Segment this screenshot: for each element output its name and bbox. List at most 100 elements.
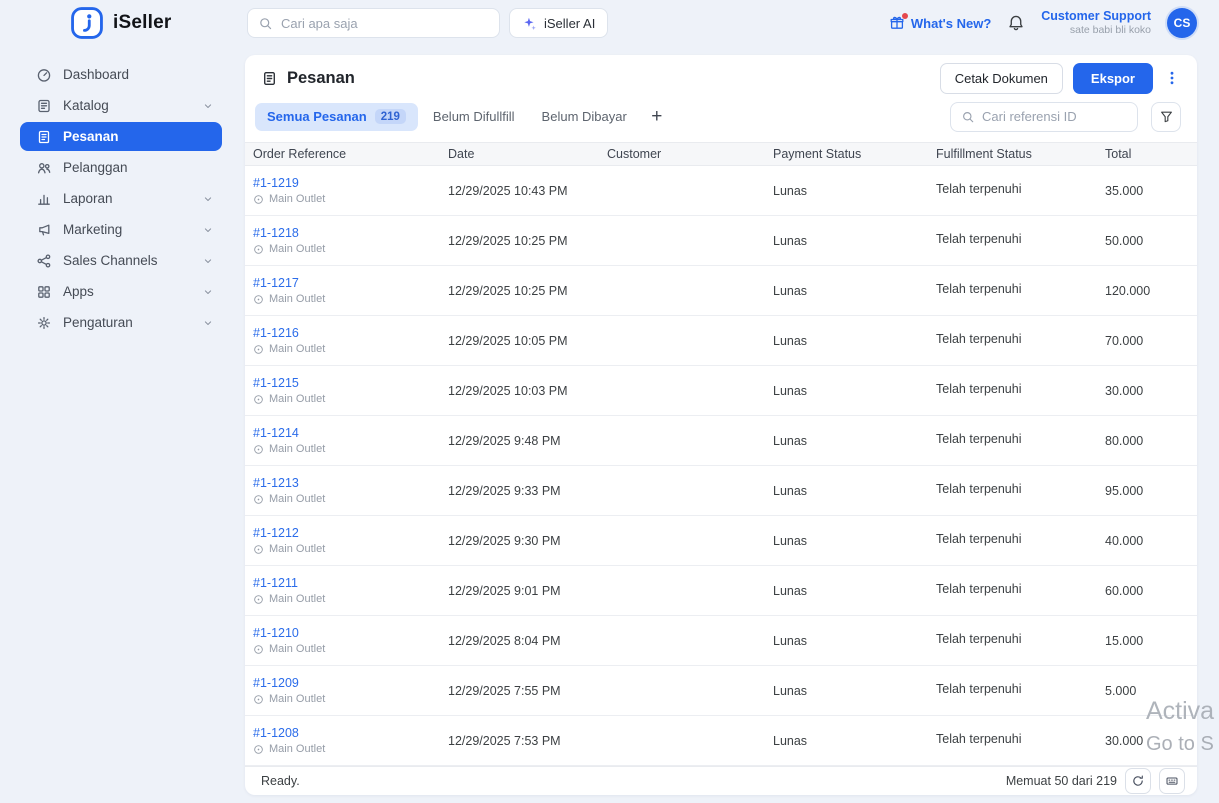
date-cell: 12/29/2025 10:03 PM	[448, 383, 568, 398]
tab-belum-difullfill[interactable]: Belum Difullfill	[421, 103, 527, 131]
date-cell: 12/29/2025 9:33 PM	[448, 483, 561, 498]
tab-badge: 219	[374, 109, 406, 124]
global-search[interactable]	[247, 8, 500, 38]
global-search-input[interactable]	[281, 15, 489, 31]
order-reference-link[interactable]: #1-1214	[253, 426, 440, 440]
column-header-customer[interactable]: Customer	[599, 147, 765, 161]
page-header: Pesanan Cetak Dokumen Ekspor	[245, 55, 1197, 95]
order-reference-link[interactable]: #1-1208	[253, 726, 440, 740]
sidebar-item-dashboard[interactable]: Dashboard	[20, 60, 222, 89]
outlet-icon	[253, 544, 264, 555]
total-cell: 35.000	[1105, 183, 1144, 198]
order-reference-link[interactable]: #1-1215	[253, 376, 440, 390]
sidebar-item-pesanan[interactable]: Pesanan	[20, 122, 222, 151]
table-row[interactable]: #1-1216 Main Outlet 12/29/2025 10:05 PM Lun…	[245, 316, 1197, 366]
order-reference-link[interactable]: #1-1212	[253, 526, 440, 540]
order-reference-link[interactable]: #1-1211	[253, 576, 440, 590]
add-view-button[interactable]: +	[642, 103, 672, 131]
payment-status-cell: Lunas	[773, 183, 808, 198]
sidebar-item-sales-channels[interactable]: Sales Channels	[20, 246, 222, 275]
customer-support-link[interactable]: Customer Support sate babi bli koko	[1041, 9, 1151, 38]
page-title: Pesanan	[287, 68, 355, 87]
date-cell: 12/29/2025 9:30 PM	[448, 533, 561, 548]
sidebar-item-laporan[interactable]: Laporan	[20, 184, 222, 213]
print-documents-button[interactable]: Cetak Dokumen	[939, 62, 1063, 94]
column-header-order-reference[interactable]: Order Reference	[245, 147, 440, 161]
sidebar-item-marketing[interactable]: Marketing	[20, 215, 222, 244]
order-cell: #1-1214 Main Outlet	[245, 426, 440, 455]
tab-belum-dibayar[interactable]: Belum Dibayar	[530, 103, 639, 131]
order-reference-link[interactable]: #1-1210	[253, 626, 440, 640]
outlet-label: Main Outlet	[269, 293, 326, 305]
more-options-icon[interactable]	[1163, 70, 1181, 86]
iseller-ai-button[interactable]: iSeller AI	[509, 8, 609, 38]
whats-new-link[interactable]: What's New?	[889, 13, 991, 31]
order-reference-link[interactable]: #1-1217	[253, 276, 440, 290]
table-row[interactable]: #1-1210 Main Outlet 12/29/2025 8:04 PM Luna…	[245, 616, 1197, 666]
column-header-payment-status[interactable]: Payment Status	[765, 147, 928, 161]
total-cell: 30.000	[1105, 383, 1144, 398]
total-cell: 40.000	[1105, 533, 1144, 548]
keyboard-button[interactable]	[1159, 768, 1185, 794]
outlet: Main Outlet	[253, 493, 440, 505]
status-text: Ready.	[261, 774, 300, 788]
date-cell: 12/29/2025 10:43 PM	[448, 183, 568, 198]
notification-bell-icon[interactable]	[1007, 14, 1025, 32]
brand[interactable]: iSeller	[70, 6, 247, 40]
table-row[interactable]: #1-1209 Main Outlet 12/29/2025 7:55 PM Luna…	[245, 666, 1197, 716]
iseller-ai-label: iSeller AI	[544, 15, 596, 31]
column-header-date[interactable]: Date	[440, 147, 599, 161]
table-row[interactable]: #1-1214 Main Outlet 12/29/2025 9:48 PM Luna…	[245, 416, 1197, 466]
chevron-down-icon	[202, 193, 214, 205]
column-header-total[interactable]: Total	[1097, 147, 1197, 161]
payment-status-cell: Lunas	[773, 533, 808, 548]
table-row[interactable]: #1-1218 Main Outlet 12/29/2025 10:25 PM Lun…	[245, 216, 1197, 266]
orders-toolbar: Semua Pesanan 219 Belum Difullfill Belum Di…	[245, 95, 1197, 142]
tab-semua-pesanan[interactable]: Semua Pesanan 219	[255, 102, 418, 131]
table-row[interactable]: #1-1213 Main Outlet 12/29/2025 9:33 PM Luna…	[245, 466, 1197, 516]
settings-icon	[36, 315, 52, 331]
table-row[interactable]: #1-1212 Main Outlet 12/29/2025 9:30 PM Luna…	[245, 516, 1197, 566]
order-reference-link[interactable]: #1-1219	[253, 176, 440, 190]
outlet-label: Main Outlet	[269, 443, 326, 455]
status-bar: Ready. Memuat 50 dari 219	[245, 766, 1197, 795]
fulfillment-status-cell: Telah terpenuhi	[936, 481, 1022, 496]
order-reference-link[interactable]: #1-1209	[253, 676, 440, 690]
reference-search[interactable]	[950, 101, 1138, 132]
table-row[interactable]: #1-1211 Main Outlet 12/29/2025 9:01 PM Luna…	[245, 566, 1197, 616]
sidebar-item-label: Pengaturan	[63, 315, 133, 330]
table-row[interactable]: #1-1208 Main Outlet 12/29/2025 7:53 PM Luna…	[245, 716, 1197, 766]
date-cell: 12/29/2025 10:25 PM	[448, 283, 568, 298]
outlet: Main Outlet	[253, 343, 440, 355]
order-cell: #1-1212 Main Outlet	[245, 526, 440, 555]
outlet: Main Outlet	[253, 543, 440, 555]
sidebar-item-pelanggan[interactable]: Pelanggan	[20, 153, 222, 182]
sidebar-item-apps[interactable]: Apps	[20, 277, 222, 306]
fulfillment-status-cell: Telah terpenuhi	[936, 231, 1022, 246]
total-cell: 80.000	[1105, 433, 1144, 448]
filter-button[interactable]	[1151, 101, 1181, 132]
column-header-fulfillment-status[interactable]: Fulfillment Status	[928, 147, 1097, 161]
table-row[interactable]: #1-1215 Main Outlet 12/29/2025 10:03 PM Lun…	[245, 366, 1197, 416]
table-row[interactable]: #1-1217 Main Outlet 12/29/2025 10:25 PM Lun…	[245, 266, 1197, 316]
order-cell: #1-1217 Main Outlet	[245, 276, 440, 305]
sidebar-item-katalog[interactable]: Katalog	[20, 91, 222, 120]
table-header: Order Reference Date Customer Payment St…	[245, 142, 1197, 166]
order-reference-link[interactable]: #1-1218	[253, 226, 440, 240]
sidebar-item-pengaturan[interactable]: Pengaturan	[20, 308, 222, 337]
order-reference-link[interactable]: #1-1216	[253, 326, 440, 340]
load-count: Memuat 50 dari 219	[1005, 774, 1117, 788]
sidebar-item-label: Dashboard	[63, 67, 130, 82]
order-reference-link[interactable]: #1-1213	[253, 476, 440, 490]
avatar[interactable]: CS	[1167, 8, 1197, 38]
table-row[interactable]: #1-1219 Main Outlet 12/29/2025 10:43 PM Lun…	[245, 166, 1197, 216]
refresh-button[interactable]	[1125, 768, 1151, 794]
payment-status-cell: Lunas	[773, 683, 808, 698]
outlet-icon	[253, 344, 264, 355]
total-cell: 5.000	[1105, 683, 1137, 698]
export-button[interactable]: Ekspor	[1072, 62, 1153, 94]
payment-status-cell: Lunas	[773, 233, 808, 248]
order-cell: #1-1213 Main Outlet	[245, 476, 440, 505]
customers-icon	[36, 160, 52, 176]
reference-search-input[interactable]	[982, 109, 1127, 124]
